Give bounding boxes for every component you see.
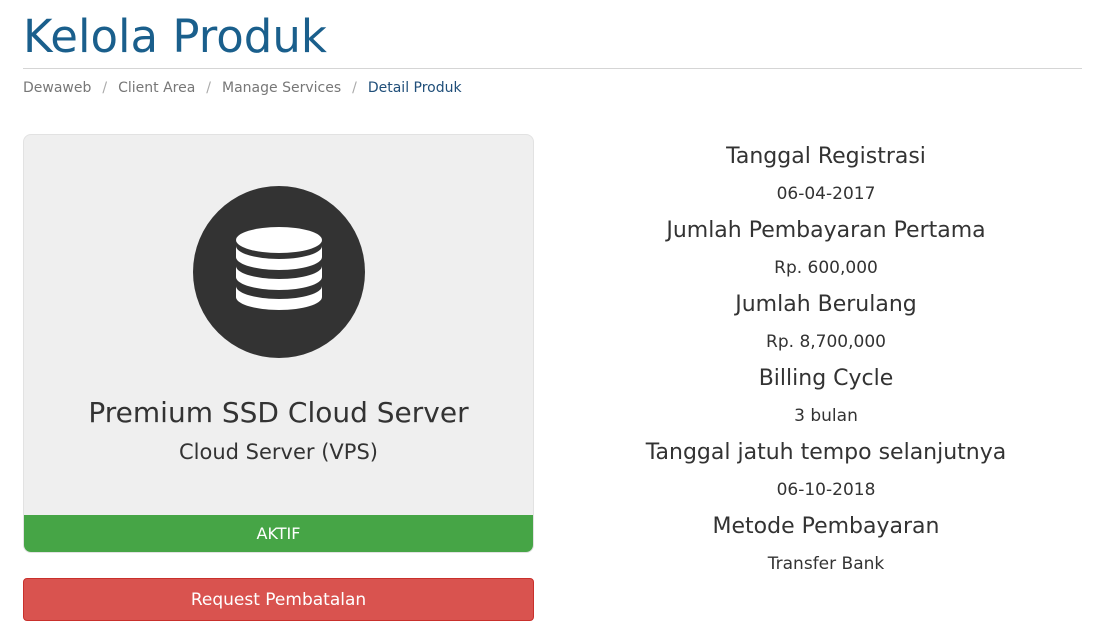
breadcrumb-separator: / bbox=[206, 80, 212, 96]
breadcrumb-separator: / bbox=[352, 80, 357, 96]
detail-first-payment: Jumlah Pembayaran Pertama Rp. 600,000 bbox=[566, 214, 1086, 288]
detail-registration-date: Tanggal Registrasi 06-04-2017 bbox=[566, 140, 1086, 214]
breadcrumb-link-dewaweb[interactable]: Dewaweb bbox=[23, 80, 91, 96]
detail-label: Metode Pembayaran bbox=[712, 514, 940, 539]
breadcrumb-separator: / bbox=[102, 80, 108, 96]
breadcrumb: Dewaweb / Client Area / Manage Services … bbox=[23, 80, 462, 96]
detail-value: 3 bulan bbox=[794, 406, 858, 426]
breadcrumb-current: Detail Produk bbox=[367, 80, 462, 96]
breadcrumb-link-manage-services[interactable]: Manage Services bbox=[222, 80, 341, 96]
detail-label: Billing Cycle bbox=[758, 366, 894, 391]
detail-value: 06-10-2018 bbox=[776, 480, 876, 500]
database-icon-glyph bbox=[236, 227, 322, 310]
product-name: Premium SSD Cloud Server bbox=[88, 396, 469, 429]
detail-recurring-amount: Jumlah Berulang Rp. 8,700,000 bbox=[566, 288, 1086, 362]
breadcrumb-link-client-area[interactable]: Client Area bbox=[118, 80, 195, 96]
title-divider bbox=[23, 68, 1082, 69]
detail-value: Rp. 8,700,000 bbox=[766, 332, 886, 352]
detail-value: 06-04-2017 bbox=[776, 184, 876, 204]
product-card: Premium SSD Cloud Server Cloud Server (V… bbox=[23, 134, 534, 553]
detail-label: Tanggal jatuh tempo selanjutnya bbox=[645, 440, 1007, 465]
detail-billing-cycle: Billing Cycle 3 bulan bbox=[566, 362, 1086, 436]
detail-next-due-date: Tanggal jatuh tempo selanjutnya 06-10-20… bbox=[566, 436, 1086, 510]
request-cancellation-button[interactable]: Request Pembatalan bbox=[23, 578, 534, 621]
detail-label: Tanggal Registrasi bbox=[726, 144, 926, 169]
detail-value: Transfer Bank bbox=[767, 554, 885, 574]
detail-value: Rp. 600,000 bbox=[774, 258, 878, 278]
detail-label: Jumlah Berulang bbox=[735, 292, 917, 317]
database-icon bbox=[193, 186, 365, 358]
page-title: Kelola Produk bbox=[23, 10, 327, 63]
product-details: Tanggal Registrasi 06-04-2017 Jumlah Pem… bbox=[566, 140, 1086, 584]
detail-label: Jumlah Pembayaran Pertama bbox=[666, 218, 986, 243]
status-badge: AKTIF bbox=[24, 515, 533, 552]
product-group: Cloud Server (VPS) bbox=[179, 440, 378, 464]
detail-payment-method: Metode Pembayaran Transfer Bank bbox=[566, 510, 1086, 584]
